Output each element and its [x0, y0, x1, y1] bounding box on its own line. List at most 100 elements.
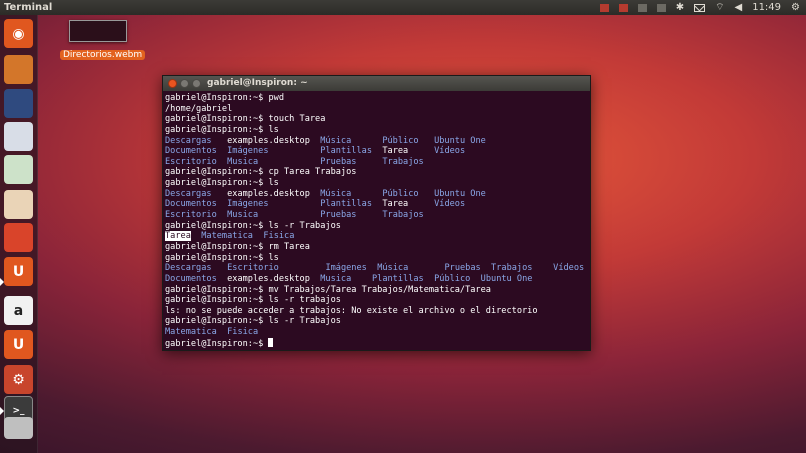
directory-name: Trabajos	[382, 210, 424, 221]
launcher: ◉ Ua U ⚙ >_	[0, 15, 38, 453]
terminal-line: Escritorio Musica Pruebas Trabajos	[165, 157, 588, 168]
directory-name: Plantillas	[371, 273, 424, 284]
directory-name: Público	[434, 273, 471, 284]
terminal-output[interactable]: gabriel@Inspiron:~$ pwd/home/gabriel gabr…	[163, 91, 590, 350]
terminal-line: Tarea Matematica Fisica	[165, 231, 588, 242]
directory-name: Trabajos	[382, 156, 424, 167]
directory-name: Plantillas	[320, 199, 373, 210]
terminal-text: gabriel@Inspiron:~$	[165, 338, 269, 349]
terminal-window[interactable]: gabriel@Inspiron: ~ gabriel@Inspiron:~$ …	[162, 75, 591, 351]
directory-name: Público	[382, 188, 419, 199]
workspaces-icon[interactable]	[4, 417, 33, 439]
mail-icon[interactable]	[694, 3, 706, 12]
directory-name: Imágenes	[227, 146, 269, 157]
terminal-text: ls: no se puede acceder a trabajos: No e…	[165, 305, 538, 316]
active-app-title: Terminal	[4, 2, 53, 13]
terminal-text: examples.desktop	[216, 273, 321, 284]
running-indicator	[0, 407, 4, 415]
software-center-icon[interactable]	[4, 223, 33, 252]
ubuntu-one-music-icon[interactable]: U	[4, 330, 33, 359]
terminal-line: gabriel@Inspiron:~$ ls -r Trabajos	[165, 221, 588, 232]
terminal-line: Documentos examples.desktop Musica Plant…	[165, 274, 588, 285]
ubuntu-one-icon[interactable]: U	[4, 257, 33, 286]
terminal-line: gabriel@Inspiron:~$ rm Tarea	[165, 242, 588, 253]
indicator-icon[interactable]	[637, 3, 647, 12]
terminal-line: ls: no se puede acceder a trabajos: No e…	[165, 306, 588, 317]
directory-name: Ubuntu One	[434, 135, 486, 146]
terminal-text: gabriel@Inspiron:~$ cp Tarea Trabajos	[165, 167, 357, 178]
terminal-text: gabriel@Inspiron:~$ pwd	[165, 93, 284, 103]
indicator-icon[interactable]	[618, 3, 628, 12]
terminal-text: gabriel@Inspiron:~$ ls -r Trabajos	[165, 220, 341, 231]
terminal-line: gabriel@Inspiron:~$ touch Tarea	[165, 114, 588, 125]
calc-icon[interactable]	[4, 155, 33, 184]
directory-name: Documentos	[165, 146, 217, 157]
directory-name: Descargas	[165, 188, 212, 199]
impress-icon[interactable]	[4, 190, 33, 219]
indicator-icon[interactable]	[656, 3, 666, 12]
terminal-text: gabriel@Inspiron:~$ ls -r trabajos	[165, 295, 341, 306]
volume-icon[interactable]: ◀	[735, 0, 743, 15]
terminal-text: gabriel@Inspiron:~$ touch Tarea	[165, 114, 326, 125]
close-window-icon[interactable]	[168, 79, 177, 88]
directory-name: Ubuntu One	[480, 273, 533, 284]
bluetooth-icon[interactable]: ✱	[676, 0, 684, 15]
clock[interactable]: 11:49	[752, 0, 781, 15]
window-title: gabriel@Inspiron: ~	[207, 78, 308, 88]
terminal-line: /home/gabriel	[165, 104, 588, 115]
terminal-text: Tarea	[372, 199, 435, 210]
directory-name: Música	[377, 263, 409, 274]
firefox-icon[interactable]	[4, 89, 33, 118]
terminal-line: Documentos Imágenes Plantillas Tarea Víd…	[165, 146, 588, 157]
terminal-line: gabriel@Inspiron:~$ ls	[165, 253, 588, 264]
minimize-window-icon[interactable]	[180, 79, 189, 88]
directory-name: Matematica	[165, 327, 217, 338]
network-icon[interactable]: ⌔	[715, 0, 724, 15]
terminal-line: gabriel@Inspiron:~$ mv Trabajos/Tarea Tr…	[165, 285, 588, 296]
running-indicator	[0, 278, 4, 286]
indicator-icon[interactable]	[599, 3, 609, 12]
terminal-text: Tarea	[372, 146, 435, 157]
window-titlebar[interactable]: gabriel@Inspiron: ~	[163, 76, 590, 91]
terminal-line: gabriel@Inspiron:~$ ls	[165, 125, 588, 136]
files-icon[interactable]	[4, 55, 33, 84]
terminal-line: Escritorio Musica Pruebas Trabajos	[165, 210, 588, 221]
directory-name: Escritorio	[227, 263, 279, 274]
desktop-file[interactable]: Directorios.webm	[60, 20, 146, 61]
terminal-line: Documentos Imágenes Plantillas Tarea Víd…	[165, 199, 588, 210]
terminal-text: gabriel@Inspiron:~$ ls	[165, 124, 279, 135]
amazon-icon[interactable]: a	[4, 296, 33, 325]
directory-name: Musica	[227, 210, 259, 221]
directory-name: Escritorio	[165, 210, 217, 221]
dash-home-icon[interactable]: ◉	[4, 19, 33, 48]
terminal-line: Descargas Escritorio Imágenes Música Pru…	[165, 263, 588, 274]
terminal-line: gabriel@Inspiron:~$ cp Tarea Trabajos	[165, 167, 588, 178]
terminal-line: gabriel@Inspiron:~$	[165, 337, 588, 349]
system-settings-icon[interactable]: ⚙	[4, 365, 33, 394]
desktop-file-label: Directorios.webm	[60, 50, 146, 60]
directory-name: Plantillas	[320, 146, 373, 157]
terminal-line: gabriel@Inspiron:~$ ls	[165, 178, 588, 189]
directory-name: Público	[382, 135, 419, 146]
video-file-icon	[69, 20, 127, 42]
maximize-window-icon[interactable]	[192, 79, 201, 88]
directory-name: Matematica	[201, 231, 253, 242]
terminal-line: gabriel@Inspiron:~$ pwd	[165, 93, 588, 104]
writer-icon[interactable]	[4, 122, 33, 151]
session-gear-icon[interactable]: ⚙	[791, 0, 800, 15]
directory-name: Fisica	[227, 327, 259, 338]
